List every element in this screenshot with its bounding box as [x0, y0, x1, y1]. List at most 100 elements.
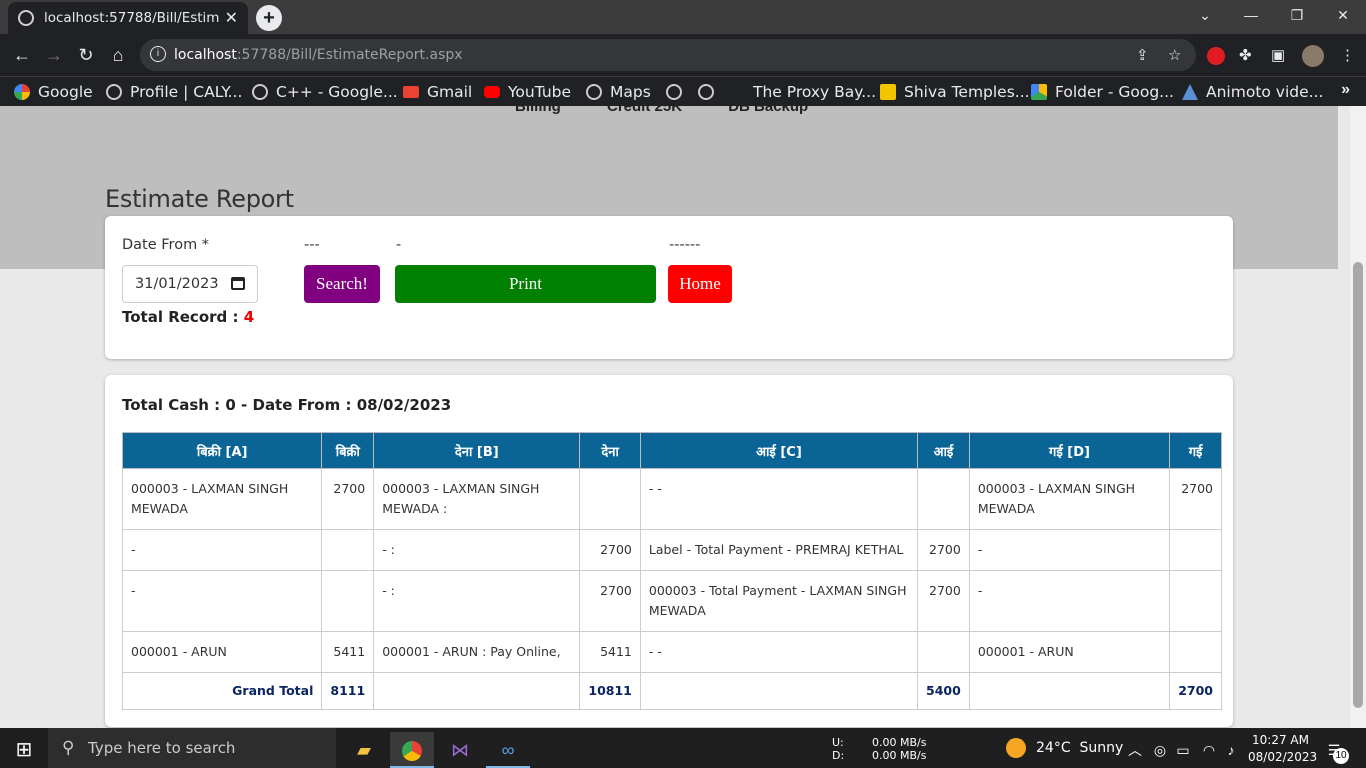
meet-now-icon[interactable]: ◎: [1150, 732, 1170, 768]
table-cell: 000001 - ARUN : Pay Online,: [373, 631, 581, 673]
table-cell: 000001 - ARUN: [968, 631, 1171, 673]
bookmark-star-icon[interactable]: ☆: [1168, 46, 1181, 64]
table-cell: -: [968, 529, 1171, 571]
total-cell: 8111: [321, 672, 375, 710]
tab-search-icon[interactable]: ⌄: [1182, 0, 1228, 30]
start-windows-icon[interactable]: ⊞: [2, 732, 46, 768]
battery-icon[interactable]: ▭: [1172, 732, 1194, 768]
bookmark-blank-2[interactable]: [698, 81, 722, 103]
search-icon: ⚲: [62, 738, 75, 758]
more-bookmarks-icon[interactable]: »: [1341, 81, 1350, 99]
filter-card: Date From * --- - ------ 31/01/2023 Sear…: [105, 216, 1233, 359]
search-button[interactable]: Search!: [304, 265, 380, 303]
home-icon[interactable]: ⌂: [105, 42, 131, 68]
chevron-up-icon[interactable]: ︿: [1124, 732, 1146, 768]
table-cell: 000001 - ARUN: [121, 631, 323, 673]
weather-text[interactable]: 24°C Sunny: [1036, 740, 1123, 756]
table-cell: 2700: [1169, 468, 1222, 530]
bookmarks-bar: Google Profile | CALY... C++ - Google...…: [0, 76, 1366, 106]
table-cell: 000003 - LAXMAN SINGH MEWADA :: [373, 468, 581, 530]
profile-avatar[interactable]: [1302, 45, 1324, 67]
extensions-puzzle-icon[interactable]: ✤: [1239, 46, 1252, 64]
bookmark-folder[interactable]: Folder - Goog...: [1031, 81, 1174, 103]
table-cell: [1169, 529, 1222, 571]
weather-sun-icon[interactable]: [1006, 738, 1026, 758]
share-icon[interactable]: ⇪: [1136, 46, 1149, 64]
clock-time[interactable]: 10:27 AM: [1252, 733, 1309, 747]
back-icon[interactable]: ←: [9, 42, 35, 68]
bookmark-proxybay[interactable]: The Proxy Bay...: [753, 81, 876, 103]
forward-icon[interactable]: →: [41, 42, 67, 68]
menu-db-backup[interactable]: DB Backup: [728, 106, 808, 115]
chrome-taskbar-icon[interactable]: [390, 732, 434, 768]
bookmark-gmail[interactable]: Gmail: [403, 81, 472, 103]
table-cell: - :: [373, 570, 581, 632]
col-header: आई [C]: [639, 432, 919, 469]
menu-credit[interactable]: Credit 25K: [607, 106, 682, 115]
dash-label-2: -: [396, 237, 402, 253]
table-cell: 2700: [579, 570, 641, 632]
estimate-table: बिक्री [A] बिक्री देना [B] देना आई [C] आ…: [121, 432, 1222, 710]
browser-tab[interactable]: localhost:57788/Bill/Estim ✕: [8, 2, 248, 34]
file-explorer-icon[interactable]: ▰: [342, 732, 386, 768]
col-header: बिक्री: [321, 432, 375, 469]
bookmark-profile[interactable]: Profile | CALY...: [106, 81, 242, 103]
taskbar-search[interactable]: ⚲ Type here to search: [48, 728, 336, 768]
wifi-icon[interactable]: ◠: [1198, 732, 1220, 768]
net-down-label: D:: [832, 749, 845, 762]
infinity-app-icon[interactable]: ∞: [486, 732, 530, 768]
table-cell: - :: [373, 529, 581, 571]
bookmark-blank-1[interactable]: [666, 81, 690, 103]
scrollbar-thumb[interactable]: [1353, 262, 1363, 708]
url-path: :57788/Bill/EstimateReport.aspx: [236, 47, 463, 63]
address-bar[interactable]: localhost:57788/Bill/EstimateReport.aspx: [140, 39, 1196, 71]
close-window-icon[interactable]: ✕: [1320, 0, 1366, 30]
total-cell: 5400: [917, 672, 970, 710]
bookmark-animoto[interactable]: Animoto vide...: [1182, 81, 1323, 103]
bookmark-youtube[interactable]: YouTube: [484, 81, 571, 103]
total-record: Total Record : 4: [122, 308, 254, 326]
dash-label-3: ------: [669, 237, 701, 253]
new-tab-button[interactable]: +: [256, 5, 282, 31]
table-cell: 2700: [321, 468, 375, 530]
table-cell: Label - Total Payment - PREMRAJ KETHAL: [639, 529, 919, 571]
close-tab-icon[interactable]: ✕: [225, 8, 238, 28]
bookmark-label: Gmail: [427, 83, 473, 101]
report-card: Total Cash : 0 - Date From : 08/02/2023 …: [105, 375, 1233, 727]
calendar-icon[interactable]: [231, 277, 245, 290]
volume-icon[interactable]: ♪: [1220, 732, 1242, 768]
restore-icon[interactable]: ❐: [1274, 0, 1320, 30]
windows-taskbar: ⊞ ⚲ Type here to search ▰ ⋈ ∞ U: D: 0.00…: [0, 728, 1366, 768]
bookmark-label: Shiva Temples...: [904, 83, 1030, 101]
table-cell: 000003 - Total Payment - LAXMAN SINGH ME…: [639, 570, 919, 632]
reload-icon[interactable]: ↻: [73, 42, 99, 68]
page-title: Estimate Report: [105, 185, 294, 213]
table-row: - - : 2700 Label - Total Payment - PREMR…: [121, 529, 1222, 571]
side-panel-icon[interactable]: ▣: [1271, 46, 1285, 64]
bookmark-shiva[interactable]: Shiva Temples...: [880, 81, 1030, 103]
bookmark-google[interactable]: Google: [14, 81, 93, 103]
col-header: गई [D]: [968, 432, 1171, 469]
bookmark-maps[interactable]: Maps: [586, 81, 651, 103]
bookmark-cpp[interactable]: C++ - Google...: [252, 81, 398, 103]
visual-studio-icon[interactable]: ⋈: [438, 732, 482, 768]
tab-title: localhost:57788/Bill/Estim: [44, 10, 219, 26]
browser-menu-icon[interactable]: ⋮: [1340, 46, 1355, 64]
bookmark-label: Google: [38, 83, 93, 101]
home-button[interactable]: Home: [668, 265, 732, 303]
bookmark-label: C++ - Google...: [276, 83, 398, 101]
page-scrollbar[interactable]: [1350, 106, 1366, 728]
table-cell: 2700: [917, 570, 970, 632]
date-from-input[interactable]: 31/01/2023: [122, 265, 258, 303]
minimize-icon[interactable]: —: [1228, 0, 1274, 30]
menu-billing[interactable]: Billing: [515, 106, 561, 115]
drive-icon: [1031, 84, 1047, 100]
extension-red-icon[interactable]: [1207, 47, 1225, 65]
clock-date[interactable]: 08/02/2023: [1248, 750, 1317, 764]
table-row: 000003 - LAXMAN SINGH MEWADA 2700 000003…: [121, 468, 1222, 530]
shiva-icon: [880, 84, 896, 100]
table-cell: 5411: [321, 631, 375, 673]
site-info-icon[interactable]: i: [150, 46, 166, 62]
net-down-speed: 0.00 MB/s: [872, 749, 927, 762]
print-button[interactable]: Print: [395, 265, 656, 303]
